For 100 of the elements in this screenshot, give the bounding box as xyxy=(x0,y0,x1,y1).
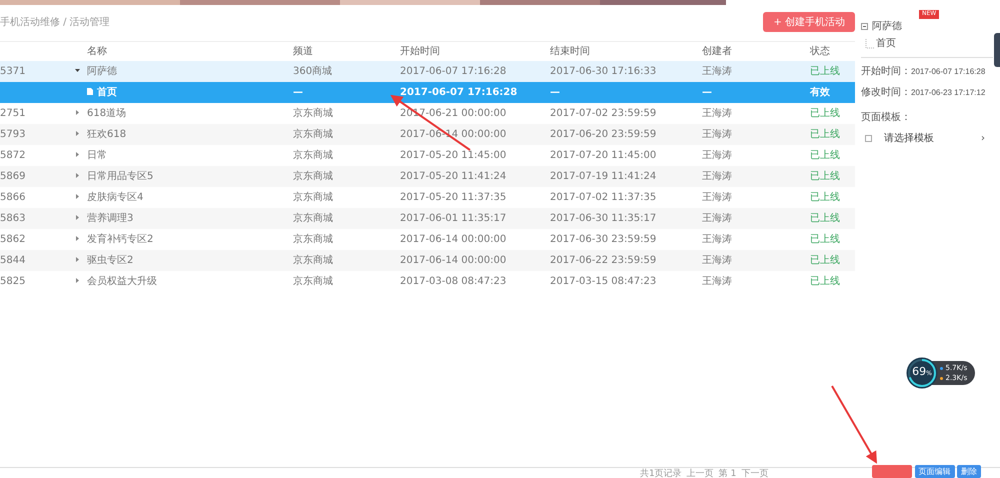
table-cell: 2017-05-20 11:37:35 xyxy=(400,192,506,202)
status-text: 已上线 xyxy=(810,108,840,118)
column-header: 结束时间 xyxy=(550,46,590,57)
table-cell: 王海涛 xyxy=(702,108,732,118)
dot-icon xyxy=(940,376,943,380)
column-header: 名称 xyxy=(87,46,107,57)
status-text: 有效 xyxy=(810,86,830,98)
table-cell: 王海涛 xyxy=(702,128,732,140)
table-cell: 2017-07-02 11:37:35 xyxy=(550,192,656,202)
table-cell: 5863 xyxy=(0,212,26,224)
table-cell: 2017-06-07 17:16:28 xyxy=(400,66,506,76)
table-cell: 王海涛 xyxy=(702,212,732,224)
template-select[interactable]: 请选择模板 xyxy=(884,131,934,146)
table-cell: 2017-03-08 08:47:23 xyxy=(400,276,506,286)
info-label: 修改时间： xyxy=(861,86,911,100)
status-text: 已上线 xyxy=(810,192,840,202)
status-text: 已上线 xyxy=(810,234,840,244)
activity-name: 会员权益大升级 xyxy=(87,276,157,286)
document-icon xyxy=(87,88,93,96)
tree-line xyxy=(865,39,874,49)
breadcrumb: 手机活动维修 / 活动管理 xyxy=(0,16,110,30)
table-cell: 2017-06-14 00:00:00 xyxy=(400,234,506,244)
column-header: 状态 xyxy=(810,46,830,57)
status-text: 已上线 xyxy=(810,128,840,140)
pagination-text[interactable]: 第 1 xyxy=(718,469,736,478)
table-cell: 2017-03-15 08:47:23 xyxy=(550,276,656,286)
table-cell: 京东商城 xyxy=(293,234,333,244)
table-cell: 王海涛 xyxy=(702,254,732,266)
table-cell: 2017-07-20 11:45:00 xyxy=(550,150,656,160)
table-cell: 京东商城 xyxy=(293,108,333,118)
action-button[interactable]: 删除 xyxy=(957,465,981,478)
table-cell: 5844 xyxy=(0,254,26,266)
table-cell: — xyxy=(293,86,303,98)
table-cell: 京东商城 xyxy=(293,128,333,140)
pagination-text[interactable]: 下一页 xyxy=(741,469,768,478)
table-cell: 5862 xyxy=(0,234,26,244)
table-cell: — xyxy=(550,86,560,98)
table-cell: 2017-06-30 11:35:17 xyxy=(550,212,656,224)
table-cell: 2017-06-20 23:59:59 xyxy=(550,128,656,140)
activity-name: 日常 xyxy=(87,150,107,160)
table-cell: 王海涛 xyxy=(702,192,732,202)
table-cell: 京东商城 xyxy=(293,212,333,224)
activity-name: 营养调理3 xyxy=(87,212,134,224)
status-text: 已上线 xyxy=(810,150,840,160)
table-cell: 2017-06-30 23:59:59 xyxy=(550,234,656,244)
table-cell: 王海涛 xyxy=(702,66,732,76)
table-cell: 京东商城 xyxy=(293,254,333,266)
table-cell: — xyxy=(702,86,712,98)
column-header: 频道 xyxy=(293,46,313,57)
status-text: 已上线 xyxy=(810,254,840,266)
table-cell: 360商城 xyxy=(293,66,332,76)
table-cell: 京东商城 xyxy=(293,192,333,202)
table-cell: 王海涛 xyxy=(702,170,732,182)
table-cell: 京东商城 xyxy=(293,150,333,160)
table-cell: 王海涛 xyxy=(702,150,732,160)
info-label: 开始时间： xyxy=(861,64,911,79)
status-text: 已上线 xyxy=(810,170,840,182)
table-cell: 2017-07-19 11:41:24 xyxy=(550,170,656,182)
scroll-handle[interactable] xyxy=(994,33,1000,67)
status-text: 已上线 xyxy=(810,66,840,76)
table-cell: 5371 xyxy=(0,66,26,76)
activity-name: 驱虫专区2 xyxy=(87,254,134,266)
table-cell: 2751 xyxy=(0,108,26,118)
column-header: 开始时间 xyxy=(400,46,440,57)
chevron-icon: › xyxy=(981,131,985,146)
pagination-text[interactable]: 共1页记录 xyxy=(640,469,682,478)
action-button[interactable]: 页面编辑 xyxy=(914,465,954,478)
create-activity-button[interactable]: + 创建手机活动 xyxy=(763,12,855,32)
table-cell: 王海涛 xyxy=(702,276,732,286)
field-label: 页面模板： xyxy=(861,110,912,125)
table-cell: 京东商城 xyxy=(293,276,333,286)
pagination-text[interactable]: 上一页 xyxy=(686,469,714,478)
table-cell: 2017-06-14 00:00:00 xyxy=(400,254,506,266)
table-cell: 5793 xyxy=(0,128,26,140)
table-cell: 2017-06-01 11:35:17 xyxy=(400,212,506,224)
table-cell: 2017-06-30 17:16:33 xyxy=(550,66,656,76)
table-cell: 2017-06-07 17:16:28 xyxy=(400,86,518,98)
activity-name: 皮肤病专区4 xyxy=(87,192,144,202)
activity-name: 日常用品专区5 xyxy=(87,170,154,182)
gauge-ring xyxy=(906,357,938,389)
activity-name: 阿萨德 xyxy=(87,66,117,76)
table-cell: 2017-05-20 11:41:24 xyxy=(400,170,506,182)
info-value: 2017-06-23 17:17:12 xyxy=(911,87,986,99)
table-cell: 2017-07-02 23:59:59 xyxy=(550,108,656,118)
table-cell: 5869 xyxy=(0,170,26,182)
activity-name: 618道场 xyxy=(87,108,126,118)
table-cell: 5872 xyxy=(0,150,26,160)
status-text: 已上线 xyxy=(810,276,840,286)
checkbox-icon xyxy=(865,135,872,142)
tree-node[interactable]: 阿萨德 xyxy=(872,19,902,34)
tree-node[interactable]: 首页 xyxy=(876,36,896,51)
table-cell: 京东商城 xyxy=(293,170,333,182)
activity-name: 狂欢618 xyxy=(87,128,126,140)
dot-icon xyxy=(940,366,943,370)
status-text: 已上线 xyxy=(810,212,840,224)
table-cell: 王海涛 xyxy=(702,234,732,244)
info-value: 2017-06-07 17:16:28 xyxy=(911,66,986,78)
activity-name: 首页 xyxy=(97,86,117,98)
activity-name: 发育补钙专区2 xyxy=(87,234,154,244)
table-cell: 5825 xyxy=(0,276,26,286)
